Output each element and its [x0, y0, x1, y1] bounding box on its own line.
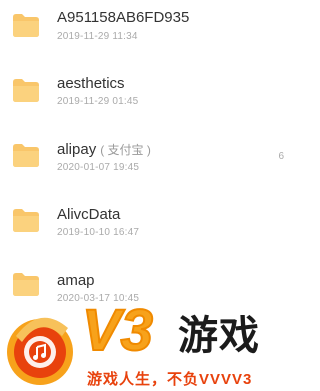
file-name: alipay( 支付宝 ) — [57, 141, 151, 158]
folder-icon — [13, 273, 39, 296]
music-disc-logo-icon — [7, 317, 73, 385]
watermark-slogan: 游戏人生，不负VVVV3 — [87, 371, 253, 388]
file-name-text: A951158AB6FD935 — [57, 9, 190, 26]
list-item[interactable]: alipay( 支付宝 ) 2020-01-07 19:45 6 — [0, 128, 284, 186]
watermark-brand: V3 — [81, 297, 154, 364]
file-name-text: amap — [57, 272, 95, 289]
list-item[interactable]: A951158AB6FD935 2019-11-29 11:34 — [0, 0, 284, 58]
list-item[interactable]: AlivcData 2019-10-10 16:47 — [0, 192, 284, 250]
file-name-text: aesthetics — [57, 75, 125, 92]
folder-icon — [13, 144, 39, 167]
file-note: ( 支付宝 ) — [100, 143, 151, 157]
file-date: 2019-11-29 11:34 — [57, 31, 138, 42]
file-date: 2019-11-29 01:45 — [57, 96, 139, 107]
file-name: AlivcData — [57, 206, 120, 223]
list-item[interactable]: aesthetics 2019-11-29 01:45 — [0, 62, 284, 120]
file-name: aesthetics — [57, 75, 125, 92]
watermark-title: 游戏 — [178, 314, 260, 358]
file-name: A951158AB6FD935 — [57, 9, 189, 26]
folder-icon — [13, 79, 39, 102]
file-date: 2019-10-10 16:47 — [57, 227, 140, 238]
file-name-text: AlivcData — [57, 206, 121, 223]
file-name-text: alipay — [57, 141, 97, 158]
file-name: amap — [57, 272, 95, 289]
file-size-truncated: 6 — [278, 151, 284, 162]
folder-icon — [13, 14, 39, 37]
file-date: 2020-01-07 19:45 — [57, 162, 140, 173]
folder-icon — [13, 209, 39, 232]
